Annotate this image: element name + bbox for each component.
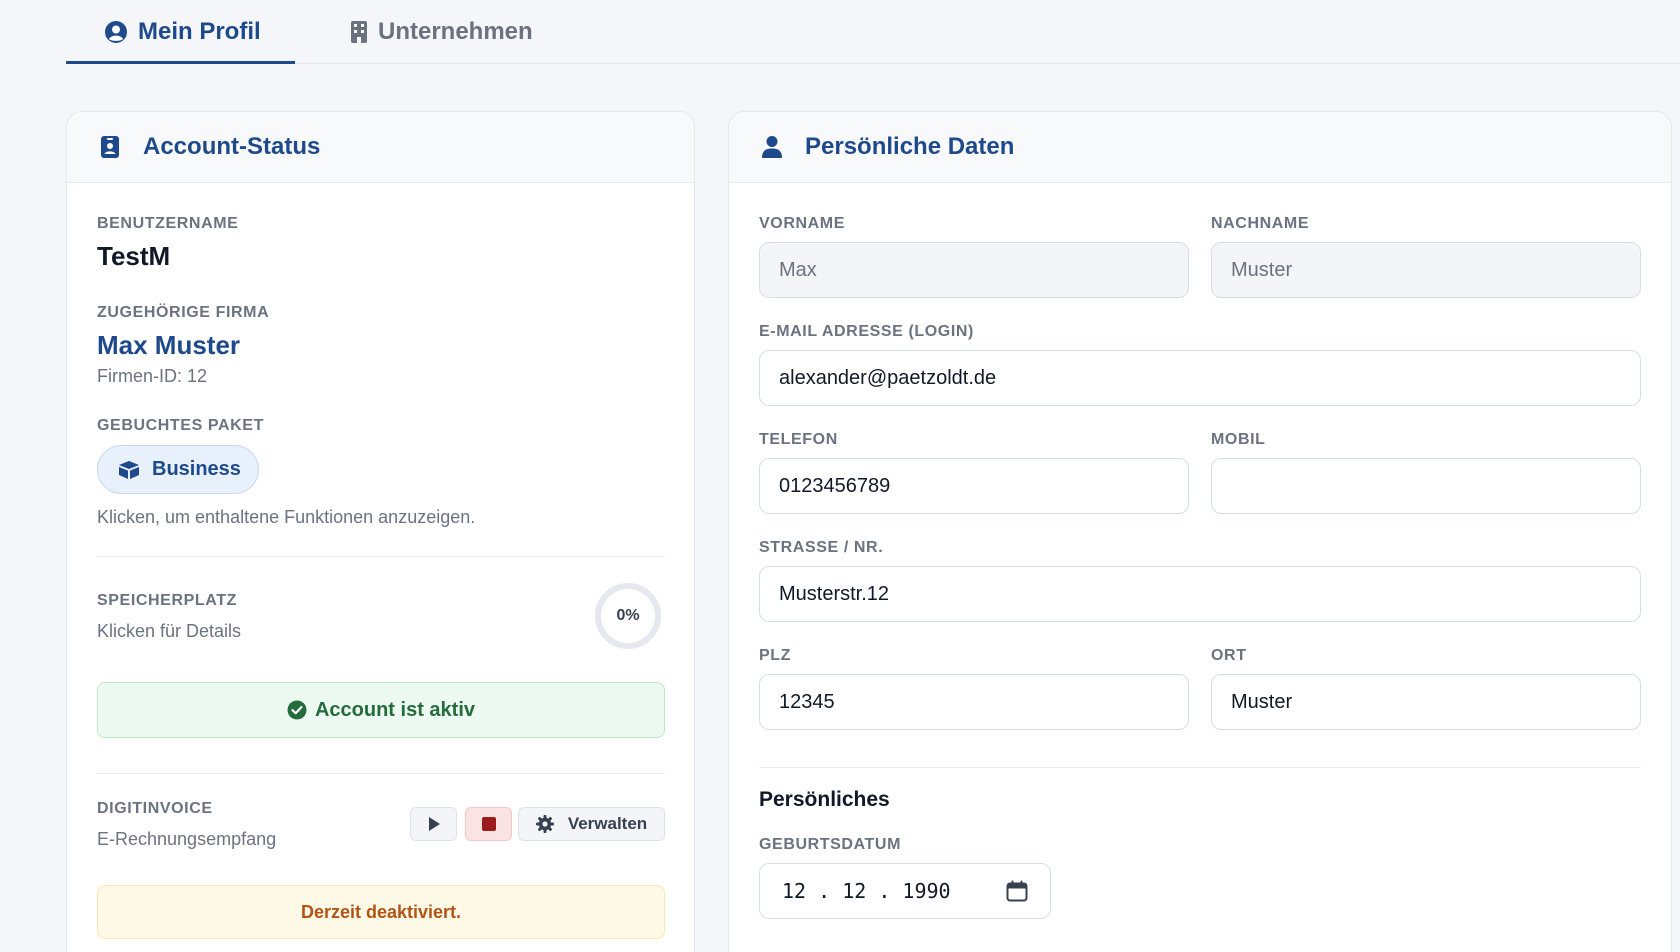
firstname-label: Vorname — [759, 215, 845, 232]
box-icon — [119, 460, 139, 479]
personal-data-card: Persönliche Daten Vorname Max Nachname M… — [728, 111, 1672, 952]
username-value: TestM — [97, 241, 171, 271]
personal-data-header: Persönliche Daten — [729, 112, 1671, 183]
start-button[interactable] — [410, 807, 457, 841]
lastname-label: Nachname — [1211, 215, 1310, 232]
building-icon — [351, 21, 367, 43]
digitinvoice-subtitle: E-Rechnungsempfang — [97, 829, 277, 849]
birthdate-input[interactable]: 12 . 12 . 1990 — [759, 863, 1051, 919]
firstname-input[interactable]: Max — [759, 242, 1189, 298]
digitinvoice-status: Derzeit deaktiviert. — [97, 885, 665, 939]
birthdate-label: Geburtsdatum — [759, 836, 902, 853]
company-name[interactable]: Max Muster — [97, 330, 240, 361]
mobile-input[interactable] — [1211, 458, 1641, 514]
account-status-header: Account-Status — [67, 112, 694, 183]
street-label: Strasse / Nr. — [759, 539, 884, 556]
lastname-input[interactable]: Muster — [1211, 242, 1641, 298]
storage-hint[interactable]: Klicken für Details — [97, 621, 241, 642]
tab-mein-profil-label: Mein Profil — [138, 18, 261, 45]
package-label: Gebuchtes Paket — [97, 417, 264, 434]
divider — [759, 767, 1641, 768]
email-input[interactable]: alexander@paetzoldt.de — [759, 350, 1641, 406]
tab-bar: Mein Profil Unternehmen — [66, 0, 1680, 64]
manage-button-label: Verwalten — [567, 814, 648, 833]
stop-icon — [481, 817, 496, 831]
divider — [97, 773, 665, 774]
gear-icon — [535, 815, 554, 833]
city-label: Ort — [1211, 647, 1247, 664]
package-name: Business — [152, 458, 241, 480]
company-label: Zugehörige Firma — [97, 304, 270, 321]
storage-percent: 0% — [616, 607, 640, 624]
digitinvoice-label: DigitInvoice — [97, 800, 213, 817]
tab-mein-profil[interactable]: Mein Profil — [104, 0, 261, 64]
section-personal-title: Persönliches — [759, 788, 890, 811]
user-circle-icon — [105, 21, 127, 43]
phone-input[interactable]: 0123456789 — [759, 458, 1189, 514]
zip-input[interactable]: 12345 — [759, 674, 1189, 730]
id-badge-icon — [101, 136, 119, 158]
stop-button[interactable] — [465, 807, 512, 841]
birthdate-value: 12 . 12 . 1990 — [782, 879, 951, 903]
active-tab-indicator — [66, 61, 295, 64]
storage-label: Speicherplatz — [97, 592, 237, 609]
city-input[interactable]: Muster — [1211, 674, 1641, 730]
zip-label: PLZ — [759, 647, 792, 664]
street-input[interactable]: Musterstr.12 — [759, 566, 1641, 622]
tab-unternehmen-label: Unternehmen — [378, 18, 533, 45]
mobile-label: Mobil — [1211, 431, 1266, 448]
phone-label: Telefon — [759, 431, 838, 448]
digitinvoice-status-text: Derzeit deaktiviert. — [300, 901, 462, 922]
storage-usage-ring[interactable]: 0% — [595, 583, 661, 649]
account-status-card: Account-Status Benutzername TestM Zugehö… — [66, 111, 695, 952]
package-hint: Klicken, um enthaltene Funktionen anzuze… — [97, 507, 476, 527]
email-label: E-Mail Adresse (Login) — [759, 323, 974, 340]
divider — [97, 556, 665, 557]
user-icon — [762, 136, 782, 158]
personal-data-title: Persönliche Daten — [805, 133, 1015, 160]
account-active-text: Account ist aktiv — [314, 698, 476, 721]
company-id: Firmen-ID: 12 — [97, 366, 208, 386]
check-circle-icon — [287, 700, 307, 720]
account-status-title: Account-Status — [143, 133, 321, 160]
tab-unternehmen[interactable]: Unternehmen — [350, 0, 533, 64]
play-icon — [428, 817, 440, 831]
calendar-icon[interactable] — [1006, 880, 1028, 902]
username-label: Benutzername — [97, 215, 239, 232]
package-badge[interactable]: Business — [97, 445, 259, 494]
manage-button[interactable]: Verwalten — [518, 807, 665, 841]
account-active-status: Account ist aktiv — [97, 682, 665, 738]
